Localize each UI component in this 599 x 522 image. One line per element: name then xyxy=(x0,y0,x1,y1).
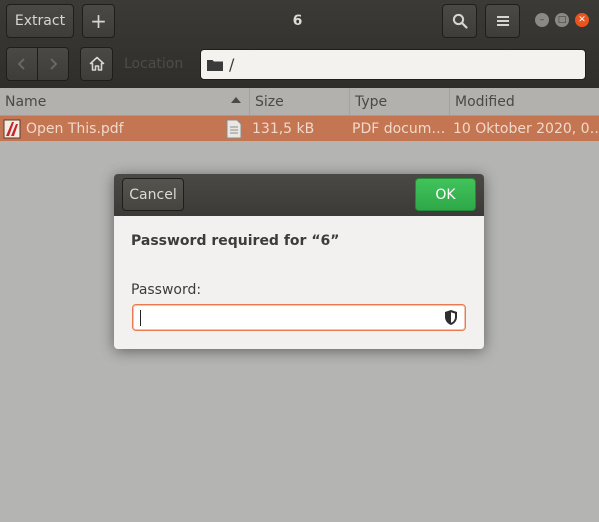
file-type: PDF docum… xyxy=(352,120,446,137)
table-row[interactable]: Open This.pdf 131,5 kB PDF docum… 10 Okt… xyxy=(0,116,599,141)
file-size: 131,5 kB xyxy=(252,120,315,137)
folder-icon xyxy=(207,59,223,71)
ok-button[interactable]: OK xyxy=(415,178,476,211)
add-files-button[interactable]: + xyxy=(82,4,115,38)
headerbar: Extract + 6 – □ ✕ Location / xyxy=(0,0,599,88)
chevron-right-icon xyxy=(50,58,58,70)
minimize-button[interactable]: – xyxy=(535,13,549,27)
column-size-label: Size xyxy=(255,93,284,110)
maximize-icon: □ xyxy=(557,15,567,25)
dialog-body: Password required for “6” Password: xyxy=(114,216,484,349)
file-modified: 10 Oktober 2020, 0… xyxy=(453,120,599,137)
column-size[interactable]: Size xyxy=(250,88,350,115)
home-button[interactable] xyxy=(80,47,113,81)
column-name[interactable]: Name xyxy=(0,88,250,115)
column-modified-label: Modified xyxy=(455,93,515,110)
forward-button[interactable] xyxy=(37,47,69,81)
column-type[interactable]: Type xyxy=(350,88,450,115)
close-icon: ✕ xyxy=(578,15,586,25)
extract-button[interactable]: Extract xyxy=(6,4,74,38)
caps-lock-shield-icon xyxy=(445,310,457,325)
pdf-file-icon xyxy=(3,116,23,141)
text-caret xyxy=(140,310,141,326)
menu-button[interactable] xyxy=(485,4,520,38)
password-dialog: Cancel OK Password required for “6” Pass… xyxy=(114,174,484,349)
close-button[interactable]: ✕ xyxy=(575,13,589,27)
back-button[interactable] xyxy=(6,47,38,81)
hamburger-menu-icon xyxy=(496,16,509,26)
location-bar[interactable]: / xyxy=(200,49,586,80)
password-label: Password: xyxy=(131,282,202,298)
home-icon xyxy=(89,56,104,71)
column-modified[interactable]: Modified xyxy=(450,88,599,115)
column-name-label: Name xyxy=(5,93,47,110)
cancel-button[interactable]: Cancel xyxy=(122,178,184,211)
location-ghost-label: Location xyxy=(124,56,184,72)
minimize-icon: – xyxy=(539,15,545,25)
dialog-title: Password required for “6” xyxy=(131,233,340,249)
file-name: Open This.pdf xyxy=(26,120,124,137)
maximize-button[interactable]: □ xyxy=(555,13,569,27)
chevron-left-icon xyxy=(17,58,25,70)
search-button[interactable] xyxy=(442,4,477,38)
search-icon xyxy=(452,13,468,29)
dialog-header: Cancel OK xyxy=(114,174,484,216)
document-icon xyxy=(226,116,246,141)
window-title: 6 xyxy=(292,13,303,29)
password-input[interactable] xyxy=(132,304,466,331)
sort-ascending-icon xyxy=(231,97,241,103)
column-header-row: Name Size Type Modified xyxy=(0,88,599,116)
column-type-label: Type xyxy=(355,93,388,110)
location-path: / xyxy=(229,55,235,74)
